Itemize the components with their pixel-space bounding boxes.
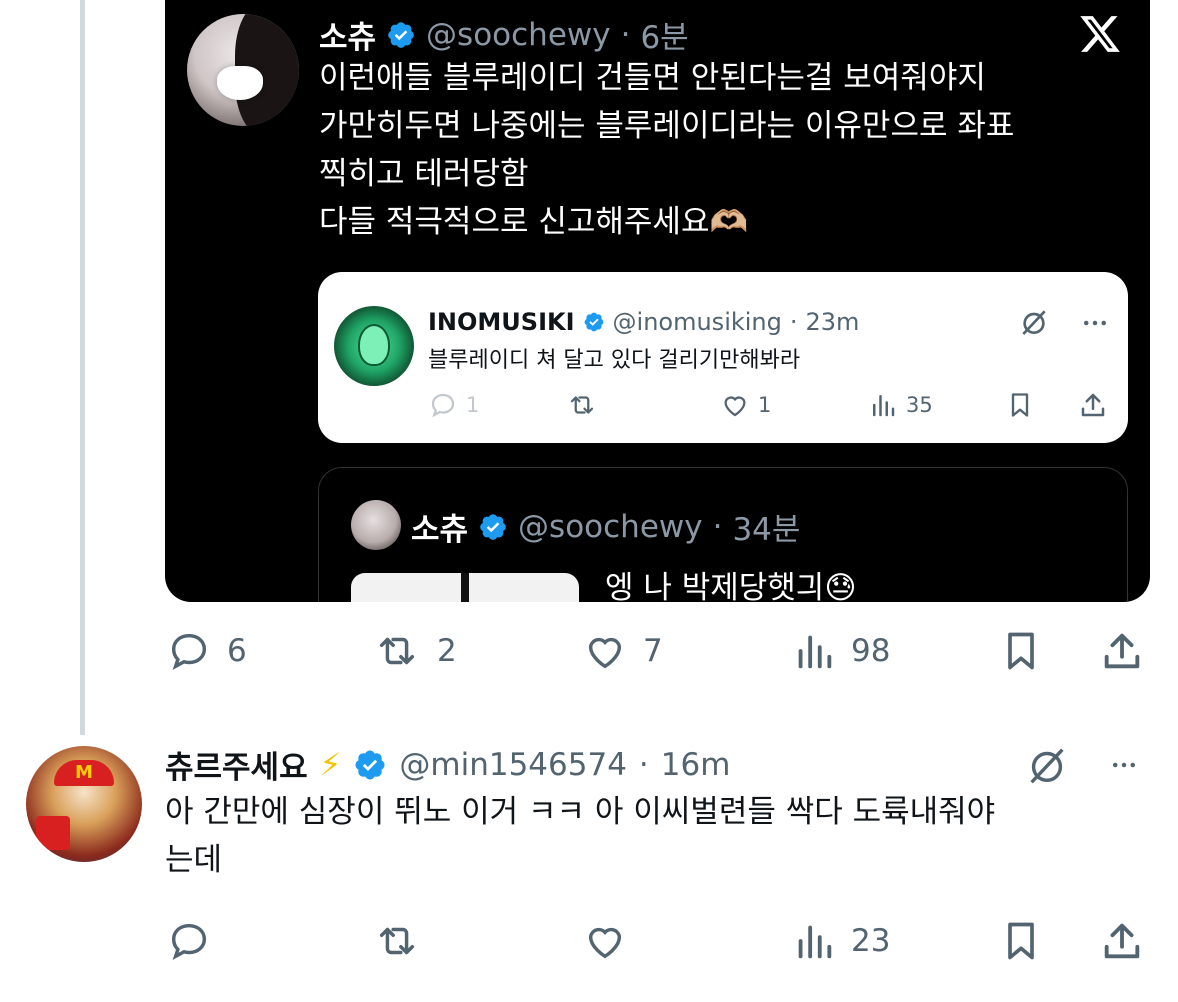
share-icon [1081, 393, 1105, 417]
reply-tweet-actions: 23 [165, 918, 1150, 964]
heart-icon [588, 637, 622, 669]
bookmark-icon [1008, 922, 1034, 960]
screenshot-tweet-header: 소츄 @soochewy · 6분 [319, 12, 689, 57]
repost-button[interactable] [371, 918, 423, 964]
view-count: 35 [906, 393, 933, 417]
author-handle: @soochewy [426, 16, 611, 53]
screenshot-tweet-text: 이런애들 블루레이디 건들면 안된다는걸 보여줘야지 가만히두면 나중에는 블루… [319, 54, 1119, 246]
thread-connector-line [80, 0, 85, 735]
repost-button[interactable]: 2 [371, 628, 457, 674]
bookmark-button[interactable] [999, 628, 1043, 674]
verified-badge-icon [355, 749, 385, 780]
author-name: 소츄 [411, 512, 469, 548]
nested-quoted-tweet[interactable]: 소츄 @soochewy · 34분 엥 나 박제당햇긔😓 [318, 467, 1128, 602]
name-emoji: ⚡ [319, 746, 342, 783]
share-button[interactable] [1099, 628, 1145, 674]
quoted-tweet-actions: 1 1 35 [428, 390, 1108, 426]
repost-button[interactable] [566, 390, 598, 420]
bookmark-icon [1008, 632, 1034, 670]
author-name: 소츄 [319, 20, 377, 56]
image-thumbnail[interactable] [351, 573, 579, 602]
reply-author-avatar[interactable]: M [26, 746, 142, 862]
tweet-line: 이런애들 블루레이디 건들면 안된다는걸 보여줘야지 [319, 60, 986, 96]
reply-icon [171, 923, 207, 960]
bookmark-button[interactable] [1006, 390, 1034, 420]
views-chart-icon [873, 395, 895, 417]
tweet-line: 다들 적극적으로 신고해주세요🫶🏼 [319, 204, 749, 240]
tweet-line: 는데 [165, 842, 223, 878]
separator-dot: · [789, 308, 798, 336]
reply-icon [171, 633, 207, 670]
like-button[interactable]: 1 [720, 390, 771, 420]
views-chart-icon [798, 925, 832, 959]
like-count: 1 [758, 393, 772, 417]
view-count: 98 [851, 633, 891, 669]
main-tweet-actions: 6 2 7 98 [165, 628, 1150, 674]
x-logo-icon [1080, 16, 1120, 52]
heart-icon [588, 927, 622, 959]
more-options-icon[interactable] [1104, 750, 1144, 780]
soochewy-avatar [187, 14, 299, 126]
repost-icon [379, 927, 415, 955]
verified-badge-icon [388, 21, 414, 48]
reply-button[interactable] [165, 918, 213, 964]
separator-dot: · [638, 746, 649, 783]
tweet-line: 가만히두면 나중에는 블루레이디라는 이유만으로 좌표 [319, 108, 1015, 144]
share-button[interactable] [1078, 390, 1108, 420]
like-button[interactable]: 7 [581, 628, 663, 674]
post-time: 34분 [732, 512, 801, 548]
nested-tweet-text: 엥 나 박제당햇긔😓 [605, 570, 857, 602]
repost-icon [570, 396, 594, 414]
post-time[interactable]: 16m [661, 747, 731, 783]
heart-icon [724, 396, 746, 417]
reply-tweet-header: 츄르주세요 ⚡ @min1546574 · 16m [165, 742, 730, 787]
post-time: 6분 [640, 20, 689, 56]
bookmark-icon [1011, 393, 1029, 417]
verified-badge-icon [480, 513, 506, 540]
quoted-tweet-header: INOMUSIKI @inomusiking · 23m [428, 308, 859, 336]
soochewy-avatar-small [351, 500, 401, 550]
nested-tweet-header: 소츄 @soochewy · 34분 [411, 504, 800, 549]
views-button[interactable]: 23 [791, 918, 890, 964]
more-options-icon[interactable] [1080, 308, 1110, 338]
author-name: INOMUSIKI [428, 308, 575, 336]
like-count: 7 [643, 633, 663, 669]
tweet-line: 아 간만에 심장이 뛰노 이거 ㅋㅋ 아 이씨벌련들 싹다 도륙내줘야 [165, 794, 996, 830]
author-handle[interactable]: @min1546574 [399, 747, 627, 783]
bookmark-button[interactable] [999, 918, 1043, 964]
verified-badge-icon [584, 312, 603, 332]
reply-tweet-text: 아 간만에 심장이 뛰노 이거 ㅋㅋ 아 이씨벌련들 싹다 도륙내줘야 는데 [165, 788, 995, 884]
quoted-tweet-card[interactable]: INOMUSIKI @inomusiking · 23m 블루레이디 쳐 달고 … [318, 272, 1128, 443]
views-chart-icon [798, 635, 832, 669]
author-name[interactable]: 츄르주세요 [165, 742, 308, 787]
reply-icon [431, 393, 455, 418]
view-count: 23 [851, 923, 891, 959]
share-button[interactable] [1099, 918, 1145, 964]
grok-icon[interactable] [1018, 306, 1050, 338]
share-icon [1104, 633, 1140, 669]
grok-icon[interactable] [1024, 742, 1070, 788]
reply-button[interactable]: 6 [165, 628, 247, 674]
tweet-line: 찍히고 테러당함 [319, 156, 529, 192]
reply-count: 1 [466, 393, 480, 417]
separator-dot: · [620, 16, 631, 53]
repost-icon [379, 637, 415, 665]
reply-button[interactable]: 1 [428, 390, 479, 420]
quoted-tweet-text: 블루레이디 쳐 달고 있다 걸리기만해봐라 [428, 348, 801, 373]
views-button[interactable]: 35 [868, 390, 933, 420]
inomusiki-avatar [334, 306, 414, 386]
share-icon [1104, 923, 1140, 959]
post-time: 23m [805, 308, 860, 336]
repost-count: 2 [437, 633, 457, 669]
author-handle: @inomusiking [612, 308, 782, 336]
separator-dot: · [712, 508, 723, 545]
reply-count: 6 [227, 633, 247, 669]
views-button[interactable]: 98 [791, 628, 890, 674]
author-handle: @soochewy [518, 508, 703, 545]
like-button[interactable] [581, 918, 629, 964]
attached-screenshot[interactable]: 소츄 @soochewy · 6분 이런애들 블루레이디 건들면 안된다는걸 보… [165, 0, 1150, 602]
